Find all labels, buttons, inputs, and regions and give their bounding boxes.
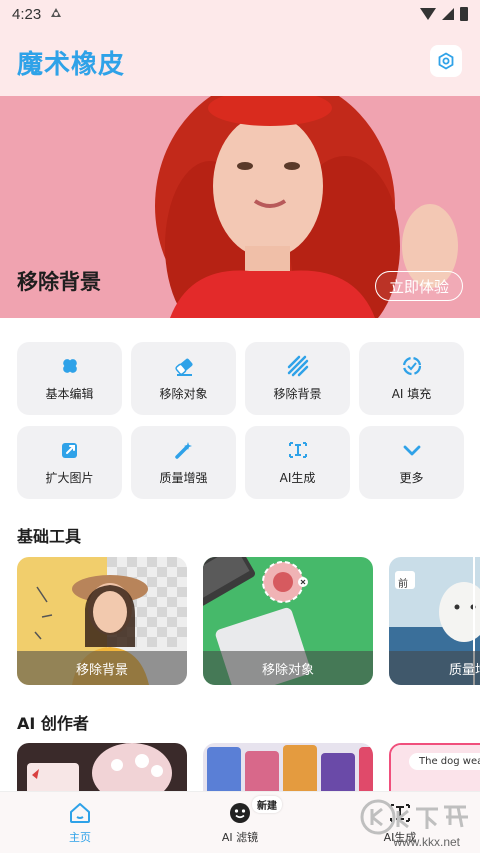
- tool-caption: 质量增: [389, 651, 480, 685]
- status-time: 4:23: [12, 5, 42, 23]
- face-icon: [230, 802, 250, 823]
- nav-ai-filter[interactable]: 新建 AI 滤镜: [160, 792, 320, 853]
- section-title-basic-tools: 基础工具: [17, 527, 82, 546]
- app-notification-icon: [49, 6, 63, 22]
- try-now-button[interactable]: 立即体验: [374, 271, 463, 301]
- nav-label: 主页: [69, 830, 91, 844]
- feature-label: AI 填充: [391, 387, 432, 401]
- wifi-icon: [420, 8, 436, 20]
- settings-hexagon-icon: [438, 52, 454, 70]
- nav-home[interactable]: 主页: [0, 792, 160, 853]
- basic-tools-carousel[interactable]: 移除背景 移除对象 前 质量增: [17, 557, 480, 685]
- feature-label: 移除对象: [159, 387, 208, 401]
- feature-remove-background[interactable]: 移除背景: [245, 342, 350, 415]
- feature-more[interactable]: 更多: [359, 426, 464, 499]
- watermark-text: www.kkx.net: [393, 835, 460, 849]
- ai-creator-carousel[interactable]: The dog wears: [17, 743, 480, 791]
- settings-button[interactable]: [430, 45, 462, 77]
- chevron-down-icon: [401, 439, 423, 461]
- section-title-ai-creator: AI 创作者: [17, 714, 89, 733]
- hero-banner[interactable]: 移除背景 立即体验: [0, 96, 480, 318]
- tool-caption: 移除背景: [17, 651, 187, 685]
- expand-icon: [59, 439, 81, 461]
- tool-card-remove-object[interactable]: 移除对象: [203, 557, 373, 685]
- magic-wand-icon: [173, 439, 195, 461]
- status-bar: 4:23: [0, 0, 480, 28]
- feature-label: 质量增强: [159, 471, 208, 485]
- tool-card-remove-background[interactable]: 移除背景: [17, 557, 187, 685]
- creator-prompt-text: The dog wears: [409, 753, 480, 770]
- ai-fill-icon: [401, 355, 423, 377]
- creator-card-3[interactable]: The dog wears: [389, 743, 480, 791]
- feature-quality-enhance[interactable]: 质量增强: [131, 426, 236, 499]
- feature-basic-edit[interactable]: 基本编辑: [17, 342, 122, 415]
- battery-icon: [460, 7, 468, 21]
- feature-label: 扩大图片: [45, 471, 94, 485]
- banner-label: 移除背景: [17, 270, 101, 294]
- signal-icon: [442, 8, 454, 20]
- creator-image-1: [17, 743, 187, 791]
- tool-tag: 前: [398, 579, 408, 590]
- app-header: 魔术橡皮: [0, 28, 480, 96]
- status-indicators: [420, 7, 468, 21]
- feature-grid: 基本编辑 移除对象 移除背景 AI 填充 扩大图片 质量增强 AI生成 更多: [17, 342, 464, 499]
- creator-image-2: [203, 743, 373, 791]
- feature-remove-object[interactable]: 移除对象: [131, 342, 236, 415]
- feature-ai-fill[interactable]: AI 填充: [359, 342, 464, 415]
- feature-label: 更多: [399, 471, 424, 485]
- stripes-icon: [287, 355, 309, 377]
- feature-ai-generate[interactable]: AI生成: [245, 426, 350, 499]
- eraser-icon: [173, 355, 195, 377]
- bandage-icon: [59, 355, 81, 377]
- creator-card-1[interactable]: [17, 743, 187, 791]
- feature-label: 移除背景: [273, 387, 322, 401]
- tool-card-quality-enhance[interactable]: 前 质量增: [389, 557, 480, 685]
- feature-label: 基本编辑: [45, 387, 94, 401]
- creator-card-2[interactable]: [203, 743, 373, 791]
- feature-expand-image[interactable]: 扩大图片: [17, 426, 122, 499]
- feature-label: AI生成: [279, 471, 316, 485]
- tool-caption: 移除对象: [203, 651, 373, 685]
- home-icon: [70, 802, 90, 823]
- new-badge: 新建: [252, 796, 282, 813]
- nav-label: AI 滤镜: [221, 830, 259, 844]
- text-cursor-icon: [287, 439, 309, 461]
- app-title: 魔术橡皮: [17, 49, 126, 80]
